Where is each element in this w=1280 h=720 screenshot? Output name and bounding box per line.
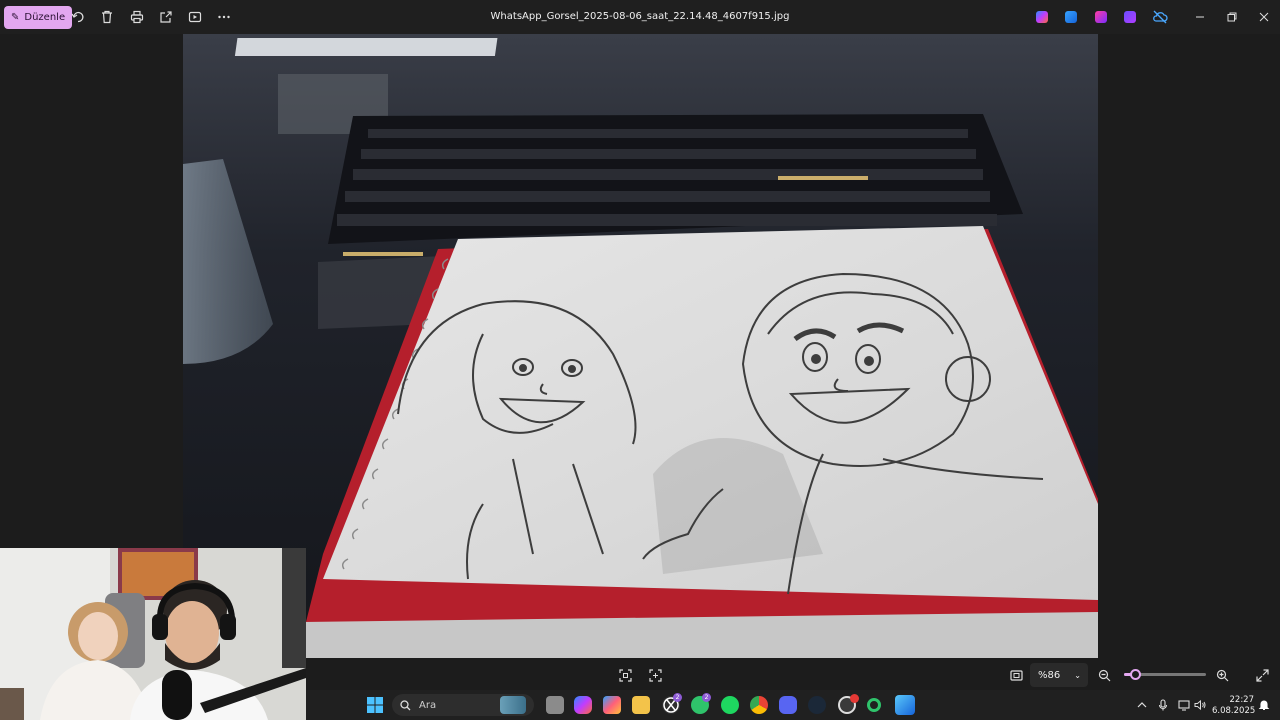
steam-icon[interactable]	[808, 696, 826, 714]
copilot-taskbar-icon[interactable]	[574, 696, 592, 714]
fit-to-window-icon[interactable]	[617, 667, 633, 683]
chevron-down-icon: ⌄	[1074, 670, 1081, 680]
zoom-level-dropdown[interactable]: %86 ⌄	[1030, 663, 1088, 687]
edit-button-label: Düzenle	[24, 12, 66, 23]
volume-icon[interactable]	[1192, 697, 1208, 713]
restore-icon[interactable]	[1224, 9, 1240, 25]
webcam-overlay	[0, 548, 306, 720]
slideshow-icon[interactable]	[187, 9, 203, 25]
file-explorer-icon[interactable]	[632, 696, 650, 714]
search-icon	[400, 699, 411, 710]
zoom-level-value: %86	[1038, 669, 1061, 681]
clipchamp-icon[interactable]	[1095, 11, 1107, 23]
photos-app-icon[interactable]	[895, 695, 915, 715]
cloud-off-icon[interactable]	[1151, 9, 1169, 25]
zoom-slider-thumb[interactable]	[1130, 669, 1142, 680]
network-icon[interactable]	[1176, 697, 1192, 713]
windows-start-icon[interactable]	[366, 696, 384, 714]
xbox-badge: 2	[673, 693, 682, 702]
microphone-icon[interactable]	[1155, 697, 1171, 713]
more-options-icon[interactable]	[216, 9, 232, 25]
share-icon[interactable]	[158, 9, 174, 25]
copilot-icon[interactable]	[1036, 11, 1048, 23]
rotate-icon[interactable]	[70, 9, 86, 25]
designer-icon[interactable]	[1065, 11, 1077, 23]
close-icon[interactable]	[1256, 9, 1272, 25]
clock-time: 22:27	[1229, 695, 1255, 705]
task-view-icon[interactable]	[546, 696, 564, 714]
windows-taskbar: Ara 2 2 22:27 6.08.2025	[306, 690, 1280, 720]
taskbar-search-box[interactable]: Ara	[392, 694, 534, 716]
actual-size-icon[interactable]	[1008, 667, 1024, 683]
photo-canvas[interactable]	[183, 34, 1098, 658]
store-icon[interactable]	[603, 696, 621, 714]
title-bar: ✎ Düzenle WhatsApp_Gorsel_2025-08-06_saa…	[0, 0, 1280, 34]
discord-icon[interactable]	[779, 696, 797, 714]
minimize-icon[interactable]	[1192, 9, 1208, 25]
refresh-app-icon[interactable]	[867, 698, 881, 712]
notification-bell-icon[interactable]	[1256, 697, 1272, 713]
zoom-in-icon[interactable]	[1214, 667, 1230, 683]
viewer-controls: %86 ⌄	[306, 660, 1280, 690]
zoom-slider[interactable]	[1124, 669, 1206, 680]
webcam-image	[0, 548, 306, 720]
zoom-out-icon[interactable]	[1096, 667, 1112, 683]
photo-image	[183, 34, 1098, 658]
obs-record-indicator	[850, 694, 859, 703]
spotify-icon[interactable]	[721, 696, 739, 714]
search-highlight-icon	[500, 696, 526, 714]
select-region-icon[interactable]	[647, 667, 663, 683]
whatsapp-badge: 2	[702, 693, 711, 702]
chrome-icon[interactable]	[750, 696, 768, 714]
photo-editor-icon[interactable]	[1124, 11, 1136, 23]
edit-button[interactable]: ✎ Düzenle	[4, 6, 73, 29]
print-icon[interactable]	[129, 9, 145, 25]
chevron-up-icon[interactable]	[1134, 697, 1150, 713]
full-screen-icon[interactable]	[1254, 667, 1270, 683]
edit-icon: ✎	[11, 12, 20, 23]
clock-date: 6.08.2025	[1212, 706, 1256, 716]
search-placeholder: Ara	[419, 699, 437, 711]
delete-icon[interactable]	[99, 9, 115, 25]
